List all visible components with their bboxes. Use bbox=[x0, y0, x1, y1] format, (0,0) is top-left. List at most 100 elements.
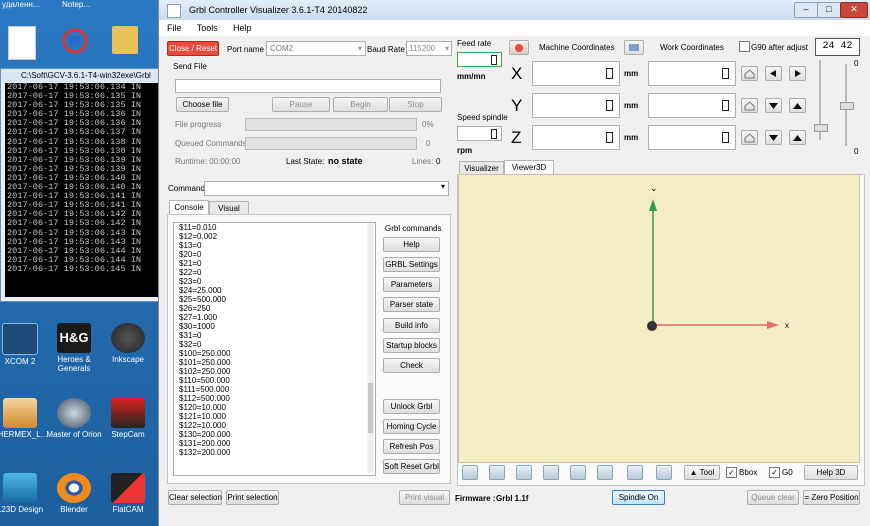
parser-state-button[interactable]: Parser state bbox=[383, 297, 440, 312]
desktop-icon-thermex[interactable]: THERMEX_L... bbox=[0, 398, 50, 439]
console-scrollbar[interactable] bbox=[367, 223, 374, 473]
view-iso-icon[interactable] bbox=[462, 465, 478, 480]
baud-rate-select[interactable]: 115200 ▾ bbox=[406, 41, 452, 56]
jog-z-minus-button[interactable] bbox=[765, 130, 782, 145]
runtime-label: Runtime: 00:00:00 bbox=[175, 157, 241, 166]
network-icon[interactable] bbox=[60, 26, 90, 56]
tab-visualizer[interactable]: Visualizer bbox=[459, 161, 504, 175]
zero-position-button[interactable]: = Zero Position bbox=[803, 490, 860, 505]
orion-icon bbox=[57, 398, 91, 428]
view-front-icon[interactable] bbox=[489, 465, 505, 480]
desktop-icon-123d[interactable]: 123D Design bbox=[0, 473, 50, 514]
print-selection-button[interactable]: Print selection bbox=[226, 490, 279, 505]
choose-file-button[interactable]: Choose file bbox=[176, 97, 229, 112]
maximize-button[interactable]: □ bbox=[817, 2, 841, 18]
desktop-icon-master-of-orion[interactable]: Master of Orion bbox=[44, 398, 104, 439]
tool-button[interactable]: ▲ Tool bbox=[684, 465, 720, 480]
work-z-field bbox=[648, 125, 736, 150]
coordinates-sync-button[interactable] bbox=[624, 40, 644, 55]
view-fit-icon[interactable] bbox=[656, 465, 672, 480]
feed-rate-input[interactable] bbox=[457, 52, 502, 67]
command-input[interactable]: ▾ bbox=[204, 181, 449, 196]
parameters-button[interactable]: Parameters bbox=[383, 277, 440, 292]
soft-reset-grbl-button[interactable]: Soft Reset Grbl bbox=[383, 459, 440, 474]
menu-file[interactable]: File bbox=[159, 20, 187, 33]
view-right-icon[interactable] bbox=[570, 465, 586, 480]
jog-z-plus-button[interactable] bbox=[789, 130, 806, 145]
stop-button[interactable]: Stop bbox=[389, 97, 442, 112]
desktop-icon-stepcam[interactable]: StepCam bbox=[98, 398, 158, 439]
unlock-grbl-button[interactable]: Unlock Grbl bbox=[383, 399, 440, 414]
view-back-icon[interactable] bbox=[516, 465, 532, 480]
refresh-pos-button[interactable]: Refresh Pos bbox=[383, 439, 440, 454]
viewer3d-canvas[interactable]: ⌄ x bbox=[458, 174, 860, 463]
lines-label: Lines: bbox=[412, 157, 434, 166]
unit-mm-x: mm bbox=[624, 69, 639, 78]
home-y-button[interactable] bbox=[741, 98, 758, 113]
build-info-button[interactable]: Build info bbox=[383, 318, 440, 333]
baud-rate-label: Baud Rate bbox=[367, 45, 405, 54]
desktop-icon-blender[interactable]: Blender bbox=[44, 473, 104, 514]
console-line: $102=250.000 bbox=[179, 367, 231, 376]
console-line: $25=500.000 bbox=[179, 295, 226, 304]
console-output-list[interactable]: $11=0.010 $12=0.002 $13=0 $20=0 $21=0 $22=0 $2… bbox=[173, 222, 376, 476]
homing-cycle-button[interactable]: Homing Cycle bbox=[383, 419, 440, 434]
menu-tools[interactable]: Tools bbox=[189, 20, 223, 33]
jog-y-minus-button[interactable] bbox=[765, 98, 782, 113]
grbl-settings-button[interactable]: GRBL Settings bbox=[383, 257, 440, 272]
desktop-icon-inkscape[interactable]: Inkscape bbox=[98, 323, 158, 364]
view-bottom-icon[interactable] bbox=[627, 465, 643, 480]
speed-spindle-input[interactable] bbox=[457, 126, 502, 141]
jog-y-plus-button[interactable] bbox=[789, 98, 806, 113]
reset-machine-button[interactable] bbox=[509, 40, 529, 55]
help-3d-button[interactable]: Help 3D bbox=[804, 465, 858, 480]
feed-override-slider-handle[interactable] bbox=[814, 124, 828, 132]
console-line: $22=0 bbox=[179, 268, 202, 277]
grbl-commands-title: Grbl commands bbox=[385, 224, 442, 233]
folder-icon[interactable] bbox=[112, 26, 138, 54]
console-line: $24=25.000 bbox=[179, 286, 222, 295]
jog-x-minus-button[interactable] bbox=[765, 66, 782, 81]
desktop-icon-xcom2[interactable]: XCOM 2 bbox=[0, 323, 50, 366]
feed-rate-label: Feed rate bbox=[457, 39, 492, 48]
close-reset-button[interactable]: Close / Reset bbox=[167, 41, 219, 56]
help-button[interactable]: Help bbox=[383, 237, 440, 252]
view-left-icon[interactable] bbox=[543, 465, 559, 480]
home-x-button[interactable] bbox=[741, 66, 758, 81]
console-scrollbar-thumb[interactable] bbox=[368, 383, 373, 433]
jog-x-plus-button[interactable] bbox=[789, 66, 806, 81]
g90-checkbox[interactable] bbox=[739, 41, 750, 52]
clear-selection-button[interactable]: Clear selection bbox=[168, 490, 222, 505]
document-icon[interactable] bbox=[8, 26, 36, 60]
pause-button[interactable]: Pause bbox=[272, 97, 330, 112]
close-button[interactable]: ✕ bbox=[840, 2, 868, 18]
desktop-icon-flatcam[interactable]: FlatCAM bbox=[98, 473, 158, 514]
minimize-button[interactable]: – bbox=[794, 2, 818, 18]
spindle-on-button[interactable]: Spindle On bbox=[612, 490, 665, 505]
print-visual-button[interactable]: Print visual bbox=[399, 490, 450, 505]
tab-viewer3d[interactable]: Viewer3D bbox=[504, 160, 554, 175]
menu-help[interactable]: Help bbox=[225, 20, 257, 33]
console-line: $30=1000 bbox=[179, 322, 215, 331]
command-label: Command bbox=[168, 184, 205, 193]
bbox-checkbox[interactable]: ✓ bbox=[726, 467, 737, 478]
console-line: $21=0 bbox=[179, 259, 202, 268]
tab-console[interactable]: Console bbox=[169, 200, 209, 215]
console-window[interactable]: C:\Soft\GCV-3.6.1-T4-win32exe\Grbl 2017-… bbox=[0, 68, 162, 302]
file-path-input[interactable] bbox=[175, 79, 441, 93]
desktop-top-label: удаленн... bbox=[2, 0, 40, 9]
file-progress-label: File progress bbox=[175, 120, 222, 129]
startup-blocks-button[interactable]: Startup blocks bbox=[383, 338, 440, 353]
home-z-button[interactable] bbox=[741, 130, 758, 145]
view-top-icon[interactable] bbox=[597, 465, 613, 480]
g0-checkbox[interactable]: ✓ bbox=[769, 467, 780, 478]
check-button[interactable]: Check bbox=[383, 358, 440, 373]
work-x-field bbox=[648, 61, 736, 86]
tab-visual[interactable]: Visual bbox=[209, 201, 249, 215]
queue-clear-button[interactable]: Queue clear bbox=[747, 490, 799, 505]
desktop-icon-heroes[interactable]: H&G Heroes & Generals bbox=[44, 323, 104, 373]
console-line: $31=0 bbox=[179, 331, 202, 340]
begin-button[interactable]: Begin bbox=[333, 97, 388, 112]
step-slider-handle[interactable] bbox=[840, 102, 854, 110]
port-name-select[interactable]: COM2 ▾ bbox=[266, 41, 366, 56]
